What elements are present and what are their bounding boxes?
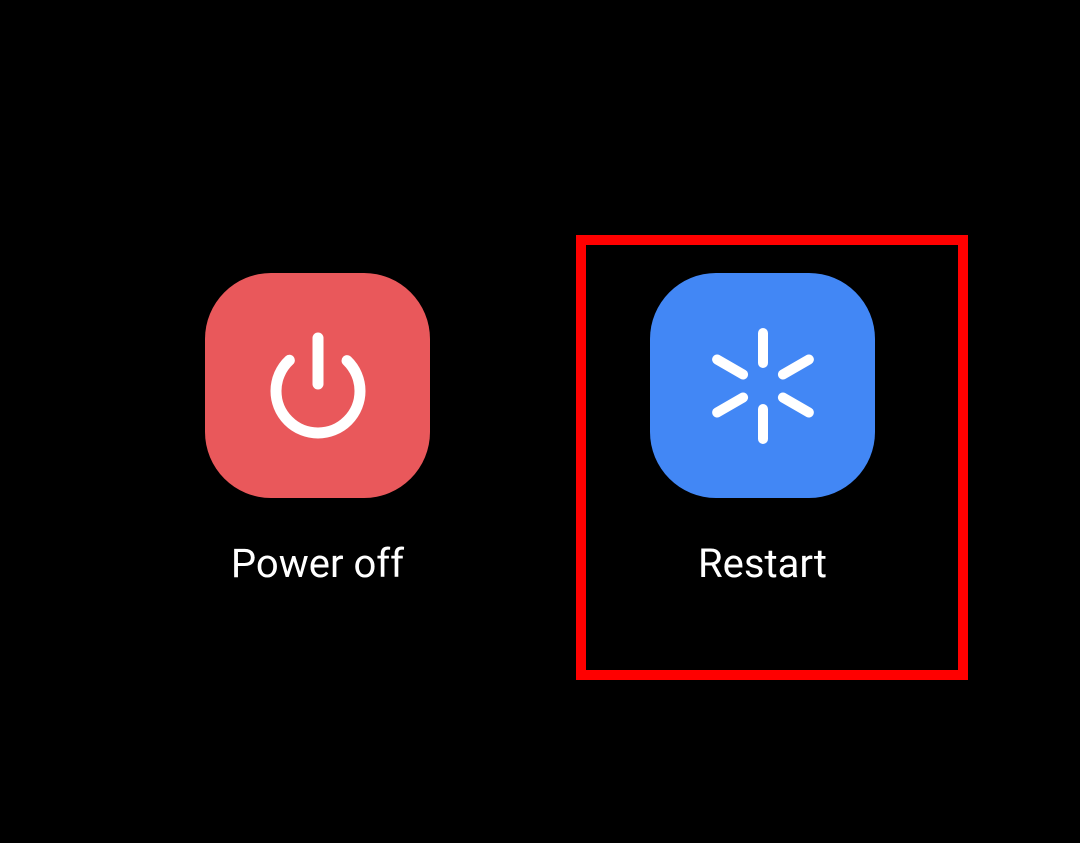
restart-label: Restart [698, 540, 827, 587]
power-off-button[interactable]: Power off [205, 273, 430, 587]
restart-button[interactable]: Restart [650, 273, 875, 587]
restart-icon-container [650, 273, 875, 498]
power-off-icon-container [205, 273, 430, 498]
power-off-label: Power off [231, 540, 404, 587]
restart-icon [698, 321, 828, 451]
power-menu: Power off Restart [0, 273, 1080, 587]
power-icon [258, 326, 378, 446]
